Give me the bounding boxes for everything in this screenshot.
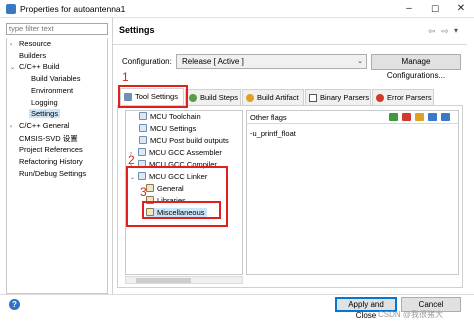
tab-build-artifact[interactable]: Build Artifact bbox=[242, 89, 304, 105]
tree-item-mcu-settings[interactable]: MCU Settings bbox=[139, 124, 196, 133]
nav-item-project-references[interactable]: Project References bbox=[19, 145, 83, 154]
tree-horizontal-scrollbar[interactable] bbox=[125, 276, 243, 284]
tab-build-steps[interactable]: Build Steps bbox=[185, 89, 241, 105]
tool-icon bbox=[139, 124, 147, 132]
build-steps-icon bbox=[189, 94, 197, 103]
chevron-right-icon[interactable]: › bbox=[10, 124, 19, 130]
annotation-number-2: 2 bbox=[128, 153, 135, 167]
tab-error-parsers[interactable]: Error Parsers bbox=[372, 89, 434, 105]
app-icon bbox=[6, 4, 16, 14]
chevron-down-icon[interactable]: ⌄ bbox=[10, 64, 19, 71]
pane-divider[interactable] bbox=[112, 18, 113, 294]
nav-item-resource[interactable]: › Resource bbox=[10, 39, 51, 48]
annotation-box-miscellaneous bbox=[142, 201, 221, 219]
error-icon bbox=[376, 94, 384, 103]
tree-item-mcu-post-build[interactable]: MCU Post build outputs bbox=[139, 136, 229, 145]
minimize-button[interactable]: – bbox=[396, 0, 422, 18]
annotation-box-tool-settings bbox=[118, 85, 188, 108]
chevron-down-icon: ⌄ bbox=[357, 58, 363, 65]
other-flags-header: Other flags bbox=[246, 110, 459, 124]
page-title: Settings bbox=[119, 25, 155, 35]
nav-item-logging[interactable]: Logging bbox=[31, 98, 58, 107]
artifact-icon bbox=[246, 94, 254, 103]
annotation-number-3: 3 bbox=[140, 185, 147, 199]
manage-configurations-button[interactable]: Manage Configurations... bbox=[371, 54, 461, 80]
nav-item-cpp-general[interactable]: › C/C++ General bbox=[10, 121, 69, 130]
property-nav-tree: › Resource Builders ⌄ C/C++ Build Build Va… bbox=[6, 38, 108, 294]
footer-divider bbox=[0, 294, 474, 295]
nav-item-build-variables[interactable]: Build Variables bbox=[31, 74, 80, 83]
delete-icon[interactable] bbox=[402, 113, 411, 121]
add-icon[interactable] bbox=[389, 113, 398, 121]
nav-item-settings[interactable]: Settings bbox=[29, 109, 61, 118]
window-title: Properties for autoantenna1 bbox=[20, 4, 126, 14]
forward-arrow-icon[interactable]: ⇨ bbox=[441, 26, 449, 37]
move-up-icon[interactable] bbox=[428, 113, 437, 121]
configuration-label: Configuration: bbox=[122, 57, 172, 66]
tool-icon bbox=[138, 148, 146, 156]
filter-input[interactable]: type filter text bbox=[6, 23, 108, 35]
scrollbar-thumb[interactable] bbox=[136, 278, 191, 283]
view-menu-icon[interactable]: ▾ bbox=[454, 26, 458, 35]
watermark: CSDN @我很猪大 bbox=[378, 310, 444, 319]
binary-parser-icon bbox=[309, 94, 317, 103]
maximize-button[interactable]: ☐ bbox=[422, 0, 448, 18]
help-icon[interactable]: ? bbox=[9, 299, 20, 310]
tab-binary-parsers[interactable]: Binary Parsers bbox=[305, 89, 371, 105]
configuration-select[interactable]: Release [ Active ] ⌄ bbox=[176, 54, 367, 69]
nav-item-refactoring-history[interactable]: Refactoring History bbox=[19, 157, 83, 166]
nav-item-builders[interactable]: Builders bbox=[19, 51, 46, 60]
title-bar: Properties for autoantenna1 – ☐ ✕ bbox=[0, 0, 474, 18]
tool-icon bbox=[139, 112, 147, 120]
back-arrow-icon[interactable]: ⇦ bbox=[428, 26, 436, 37]
close-button[interactable]: ✕ bbox=[448, 0, 474, 18]
tool-icon bbox=[139, 136, 147, 144]
annotation-number-1: 1 bbox=[122, 70, 129, 84]
nav-item-environment[interactable]: Environment bbox=[31, 86, 73, 95]
tree-item-mcu-toolchain[interactable]: MCU Toolchain bbox=[139, 112, 201, 121]
header-divider bbox=[113, 44, 467, 45]
other-flags-value[interactable]: -u_printf_float bbox=[250, 129, 296, 138]
nav-item-run-debug-settings[interactable]: Run/Debug Settings bbox=[19, 169, 86, 178]
nav-item-cmsis-svd[interactable]: CMSIS-SVD 设置 bbox=[19, 133, 78, 144]
chevron-right-icon[interactable]: › bbox=[10, 42, 19, 48]
tree-item-gcc-assembler[interactable]: › MCU GCC Assembler bbox=[130, 148, 222, 157]
move-down-icon[interactable] bbox=[441, 113, 450, 121]
nav-item-cpp-build[interactable]: ⌄ C/C++ Build bbox=[10, 62, 59, 71]
edit-icon[interactable] bbox=[415, 113, 424, 121]
